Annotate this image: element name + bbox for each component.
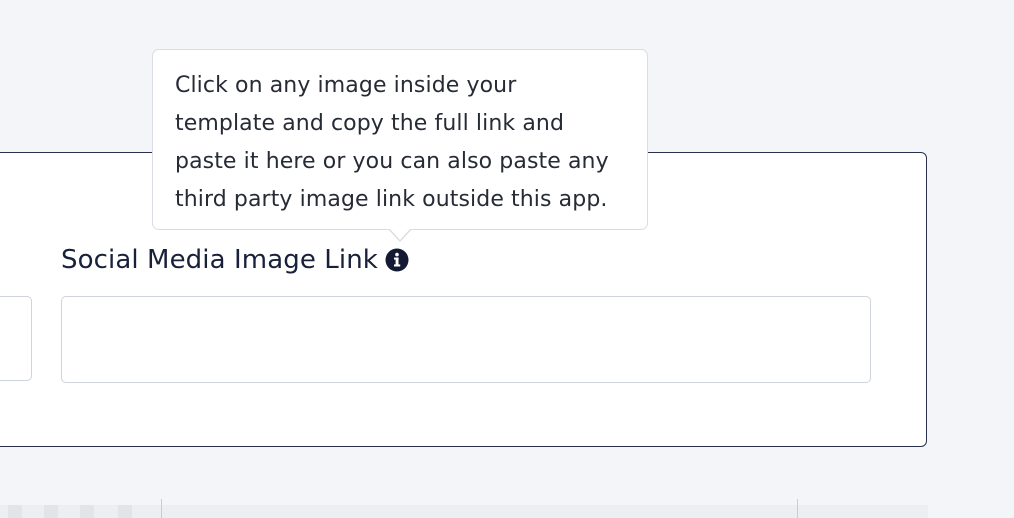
social-media-image-link-input[interactable] <box>61 296 871 383</box>
tooltip-line: paste it here or you can also paste any <box>175 149 609 174</box>
strip-cell <box>8 505 22 518</box>
field-label-text: Social Media Image Link <box>61 245 378 275</box>
tooltip-arrow <box>388 228 412 242</box>
strip-divider <box>797 499 798 518</box>
info-tooltip: Click on any image inside your template … <box>152 49 648 230</box>
tooltip-line: template and copy the full link and <box>175 111 565 136</box>
strip-cell <box>118 505 132 518</box>
strip-cell <box>44 505 58 518</box>
tooltip-line: third party image link outside this app. <box>175 187 608 212</box>
tooltip-line: Click on any image inside your <box>175 73 517 98</box>
strip-cell <box>80 505 94 518</box>
info-circle-icon[interactable] <box>385 248 409 272</box>
strip-divider <box>161 499 162 518</box>
previous-field-input[interactable] <box>0 296 32 381</box>
social-media-image-link-label: Social Media Image Link <box>61 242 409 278</box>
bottom-toolbar-strip <box>0 499 928 518</box>
